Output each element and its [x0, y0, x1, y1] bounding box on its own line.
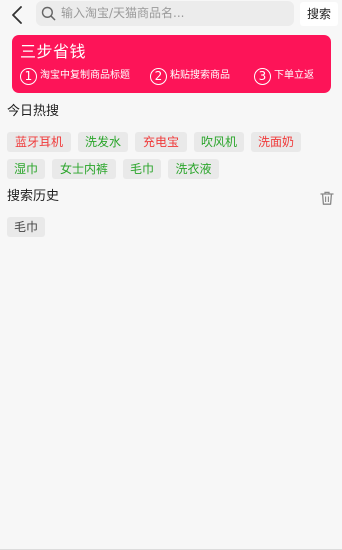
step-2: 2 粘贴搜索商品 — [150, 66, 230, 86]
hot-tag[interactable]: 洗衣液 — [168, 159, 219, 179]
step-number: 3 — [254, 67, 271, 85]
hot-tag[interactable]: 女士内裤 — [52, 159, 116, 179]
search-history-title: 搜索历史 — [7, 189, 60, 204]
hot-tag[interactable]: 吹风机 — [194, 132, 244, 152]
hot-tag[interactable]: 毛巾 — [123, 159, 161, 179]
back-button[interactable] — [6, 3, 28, 27]
search-icon — [41, 6, 56, 21]
trash-icon[interactable] — [319, 190, 335, 206]
steps-banner: 三步省钱 1 淘宝中复制商品标题 2 粘贴搜索商品 3 下单立返 — [12, 35, 331, 93]
hot-tag[interactable]: 充电宝 — [135, 132, 187, 152]
step-number: 1 — [20, 67, 37, 85]
search-page: 输入淘宝/天猫商品名... 搜索 三步省钱 1 淘宝中复制商品标题 2 粘贴搜索… — [0, 0, 342, 550]
hot-tag[interactable]: 蓝牙耳机 — [7, 132, 71, 152]
step-text: 粘贴搜索商品 — [170, 70, 230, 81]
step-text: 下单立返 — [274, 70, 314, 81]
history-tag[interactable]: 毛巾 — [7, 217, 45, 237]
hot-tag[interactable]: 洗面奶 — [251, 132, 301, 152]
header-bar: 输入淘宝/天猫商品名... 搜索 — [0, 0, 342, 30]
hot-tag[interactable]: 湿巾 — [7, 159, 45, 179]
search-button[interactable]: 搜索 — [300, 2, 338, 26]
banner-title: 三步省钱 — [20, 42, 87, 61]
hot-tag[interactable]: 洗发水 — [78, 132, 128, 152]
step-number: 2 — [150, 67, 167, 85]
step-3: 3 下单立返 — [254, 66, 314, 86]
chevron-left-icon — [12, 6, 22, 24]
search-placeholder: 输入淘宝/天猫商品名... — [61, 6, 185, 20]
hot-search-title: 今日热搜 — [7, 104, 60, 119]
step-1: 1 淘宝中复制商品标题 — [20, 66, 130, 86]
step-text: 淘宝中复制商品标题 — [40, 70, 130, 81]
search-input[interactable]: 输入淘宝/天猫商品名... — [36, 1, 294, 26]
